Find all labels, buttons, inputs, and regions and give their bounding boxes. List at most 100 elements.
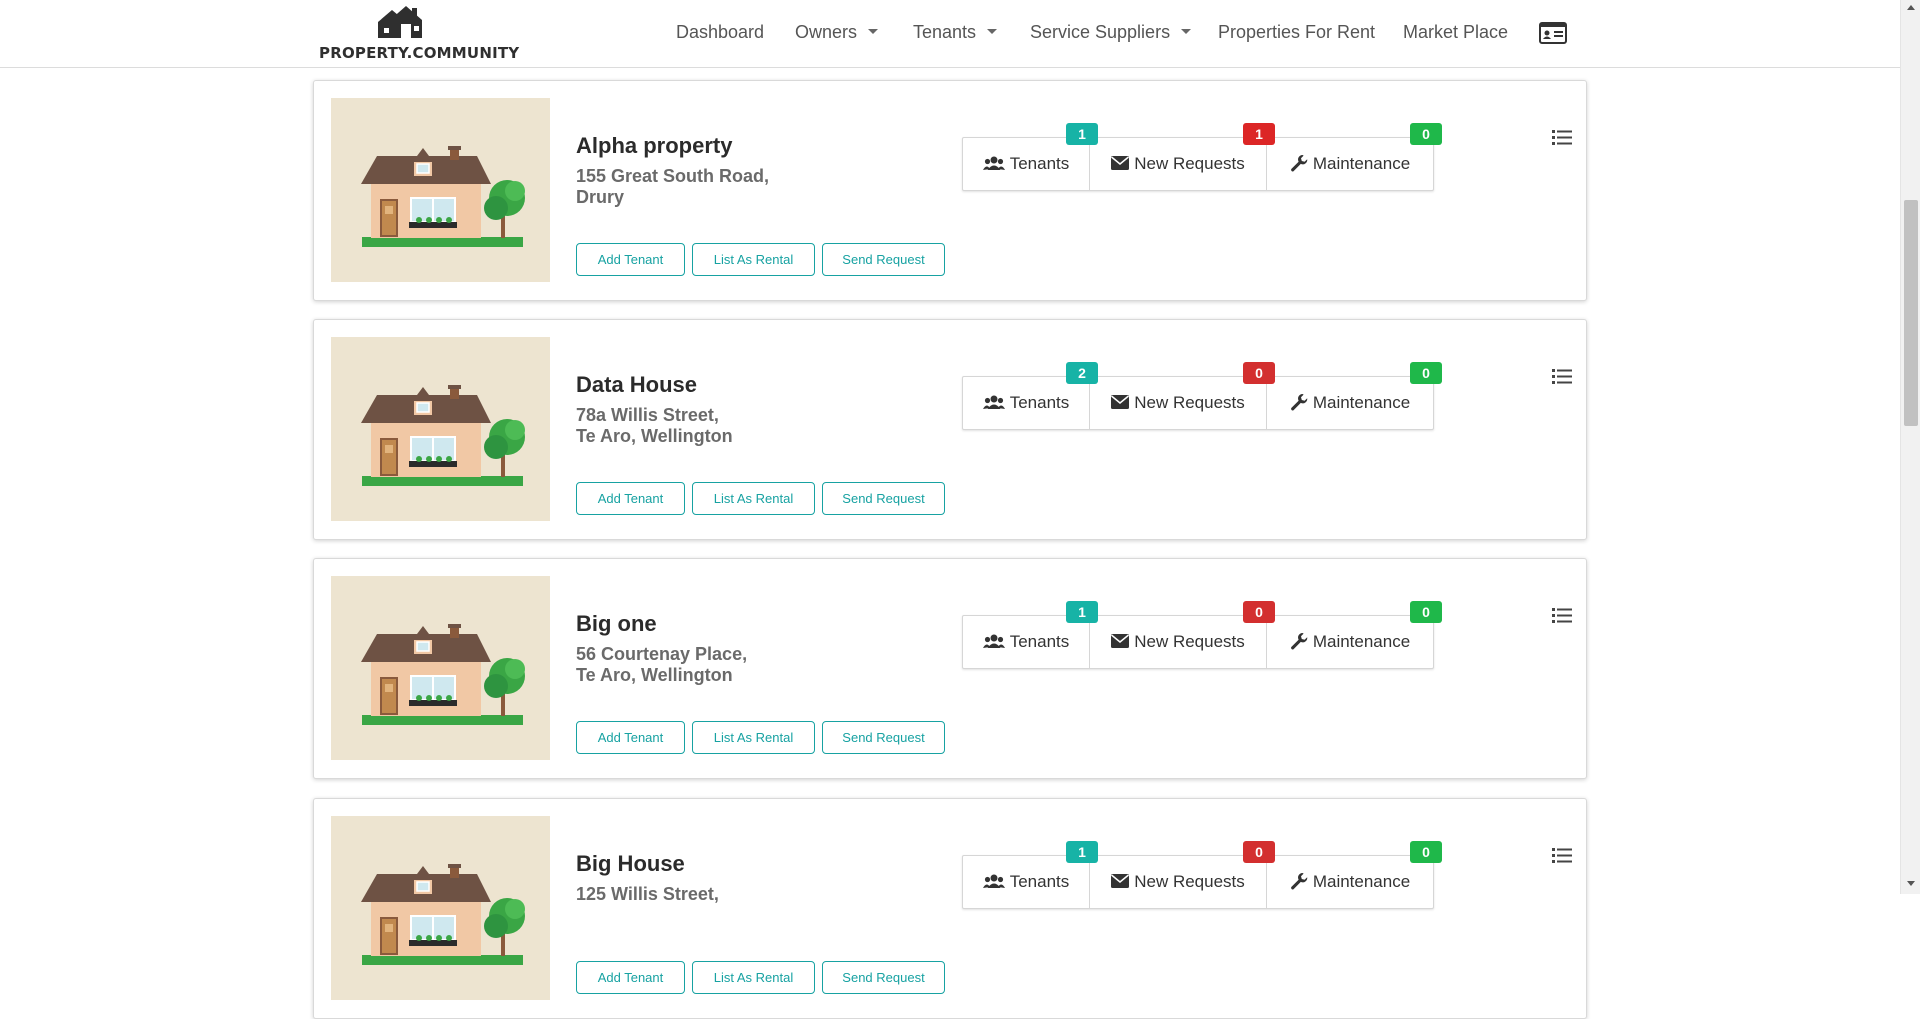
property-card: Alpha property 155 Great South Road, Dru… xyxy=(313,80,1587,301)
id-card-icon[interactable] xyxy=(1539,22,1567,44)
property-card: Data House 78a Willis Street, Te Aro, We… xyxy=(313,319,1587,540)
maintenance-count-badge: 0 xyxy=(1410,601,1442,623)
list-as-rental-button[interactable]: List As Rental xyxy=(692,482,815,515)
send-request-button[interactable]: Send Request xyxy=(822,961,945,994)
property-address: 125 Willis Street, xyxy=(576,884,719,905)
maintenance-stat-button[interactable]: Maintenance xyxy=(1267,377,1433,429)
property-stats: Tenants New Requests Maintenance xyxy=(962,137,1434,191)
new-requests-count-badge: 0 xyxy=(1243,601,1275,623)
property-image[interactable] xyxy=(331,816,550,1000)
wrench-icon xyxy=(1290,154,1308,171)
list-as-rental-button[interactable]: List As Rental xyxy=(692,961,815,994)
address-line-1: 155 Great South Road, xyxy=(576,166,770,186)
property-image[interactable] xyxy=(331,337,550,521)
add-tenant-button[interactable]: Add Tenant xyxy=(576,243,685,276)
property-name[interactable]: Data House xyxy=(576,372,697,398)
brand-logo[interactable]: PROPERTY.COMMUNITY xyxy=(318,4,519,62)
nav-tenants[interactable]: Tenants xyxy=(913,22,998,43)
house-illustration xyxy=(331,98,550,282)
tenants-count-badge: 1 xyxy=(1066,601,1098,623)
new-requests-stat-button[interactable]: New Requests xyxy=(1090,138,1267,190)
page-scrollbar[interactable] xyxy=(1900,0,1920,894)
property-address: 155 Great South Road, Drury xyxy=(576,166,769,208)
users-icon xyxy=(982,874,1005,888)
envelope-icon xyxy=(1111,633,1130,648)
property-card: Big House 125 Willis Street, Add Tenant … xyxy=(313,798,1587,1019)
list-menu-icon[interactable] xyxy=(1552,607,1572,624)
nav-properties-for-rent[interactable]: Properties For Rent xyxy=(1218,22,1375,43)
nav-owners[interactable]: Owners xyxy=(795,22,879,43)
list-menu-icon[interactable] xyxy=(1552,129,1572,146)
maintenance-count-badge: 0 xyxy=(1410,123,1442,145)
list-menu-icon[interactable] xyxy=(1552,847,1572,864)
scrollbar-thumb[interactable] xyxy=(1904,200,1918,426)
tenants-stat-button[interactable]: Tenants xyxy=(963,138,1090,190)
add-tenant-button[interactable]: Add Tenant xyxy=(576,721,685,754)
maintenance-count-badge: 0 xyxy=(1410,362,1442,384)
send-request-button[interactable]: Send Request xyxy=(822,721,945,754)
property-card: Big one 56 Courtenay Place, Te Aro, Well… xyxy=(313,558,1587,779)
tenants-stat-button[interactable]: Tenants xyxy=(963,856,1090,908)
nav-service-suppliers[interactable]: Service Suppliers xyxy=(1030,22,1192,43)
new-requests-stat-button[interactable]: New Requests xyxy=(1090,616,1267,668)
tenants-count-badge: 2 xyxy=(1066,362,1098,384)
address-line-2: Drury xyxy=(576,187,625,207)
property-stats: Tenants New Requests Maintenance xyxy=(962,376,1434,430)
house-logo-icon xyxy=(378,6,422,38)
caret-down-icon xyxy=(1181,28,1192,34)
add-tenant-button[interactable]: Add Tenant xyxy=(576,482,685,515)
new-requests-stat-button[interactable]: New Requests xyxy=(1090,377,1267,429)
property-name[interactable]: Big House xyxy=(576,851,685,877)
new-requests-count-badge: 0 xyxy=(1243,362,1275,384)
envelope-icon xyxy=(1111,155,1130,170)
tenants-count-badge: 1 xyxy=(1066,123,1098,145)
scroll-up-arrow-icon[interactable] xyxy=(1907,5,1915,10)
property-name[interactable]: Big one xyxy=(576,611,657,637)
house-illustration xyxy=(331,816,550,1000)
list-as-rental-button[interactable]: List As Rental xyxy=(692,243,815,276)
maintenance-stat-button[interactable]: Maintenance xyxy=(1267,138,1433,190)
envelope-icon xyxy=(1111,394,1130,409)
scroll-down-arrow-icon[interactable] xyxy=(1907,881,1915,886)
send-request-button[interactable]: Send Request xyxy=(822,243,945,276)
house-illustration xyxy=(331,576,550,760)
envelope-icon xyxy=(1111,873,1130,888)
address-line-2: Te Aro, Wellington xyxy=(576,426,733,446)
users-icon xyxy=(982,395,1005,409)
address-line-2: Te Aro, Wellington xyxy=(576,665,733,685)
tenants-stat-button[interactable]: Tenants xyxy=(963,377,1090,429)
nav-dashboard[interactable]: Dashboard xyxy=(676,22,764,43)
wrench-icon xyxy=(1290,632,1308,649)
top-navbar: PROPERTY.COMMUNITY Dashboard Owners Tena… xyxy=(0,0,1900,68)
wrench-icon xyxy=(1290,393,1308,410)
send-request-button[interactable]: Send Request xyxy=(822,482,945,515)
property-image[interactable] xyxy=(331,576,550,760)
list-as-rental-button[interactable]: List As Rental xyxy=(692,721,815,754)
house-illustration xyxy=(331,337,550,521)
tenants-count-badge: 1 xyxy=(1066,841,1098,863)
list-menu-icon[interactable] xyxy=(1552,368,1572,385)
maintenance-stat-button[interactable]: Maintenance xyxy=(1267,616,1433,668)
caret-down-icon xyxy=(987,28,998,34)
logo-text: PROPERTY.COMMUNITY xyxy=(319,44,520,62)
property-address: 78a Willis Street, Te Aro, Wellington xyxy=(576,405,733,447)
users-icon xyxy=(982,156,1005,170)
property-name[interactable]: Alpha property xyxy=(576,133,732,159)
add-tenant-button[interactable]: Add Tenant xyxy=(576,961,685,994)
address-line-1: 56 Courtenay Place, xyxy=(576,644,748,664)
property-stats: Tenants New Requests Maintenance xyxy=(962,615,1434,669)
new-requests-stat-button[interactable]: New Requests xyxy=(1090,856,1267,908)
property-image[interactable] xyxy=(331,98,550,282)
nav-market-place[interactable]: Market Place xyxy=(1403,22,1508,43)
users-icon xyxy=(982,634,1005,648)
maintenance-count-badge: 0 xyxy=(1410,841,1442,863)
address-line-1: 125 Willis Street, xyxy=(576,884,719,904)
maintenance-stat-button[interactable]: Maintenance xyxy=(1267,856,1433,908)
property-stats: Tenants New Requests Maintenance xyxy=(962,855,1434,909)
wrench-icon xyxy=(1290,872,1308,889)
address-line-1: 78a Willis Street, xyxy=(576,405,719,425)
new-requests-count-badge: 1 xyxy=(1243,123,1275,145)
tenants-stat-button[interactable]: Tenants xyxy=(963,616,1090,668)
property-address: 56 Courtenay Place, Te Aro, Wellington xyxy=(576,644,747,686)
caret-down-icon xyxy=(868,28,879,34)
